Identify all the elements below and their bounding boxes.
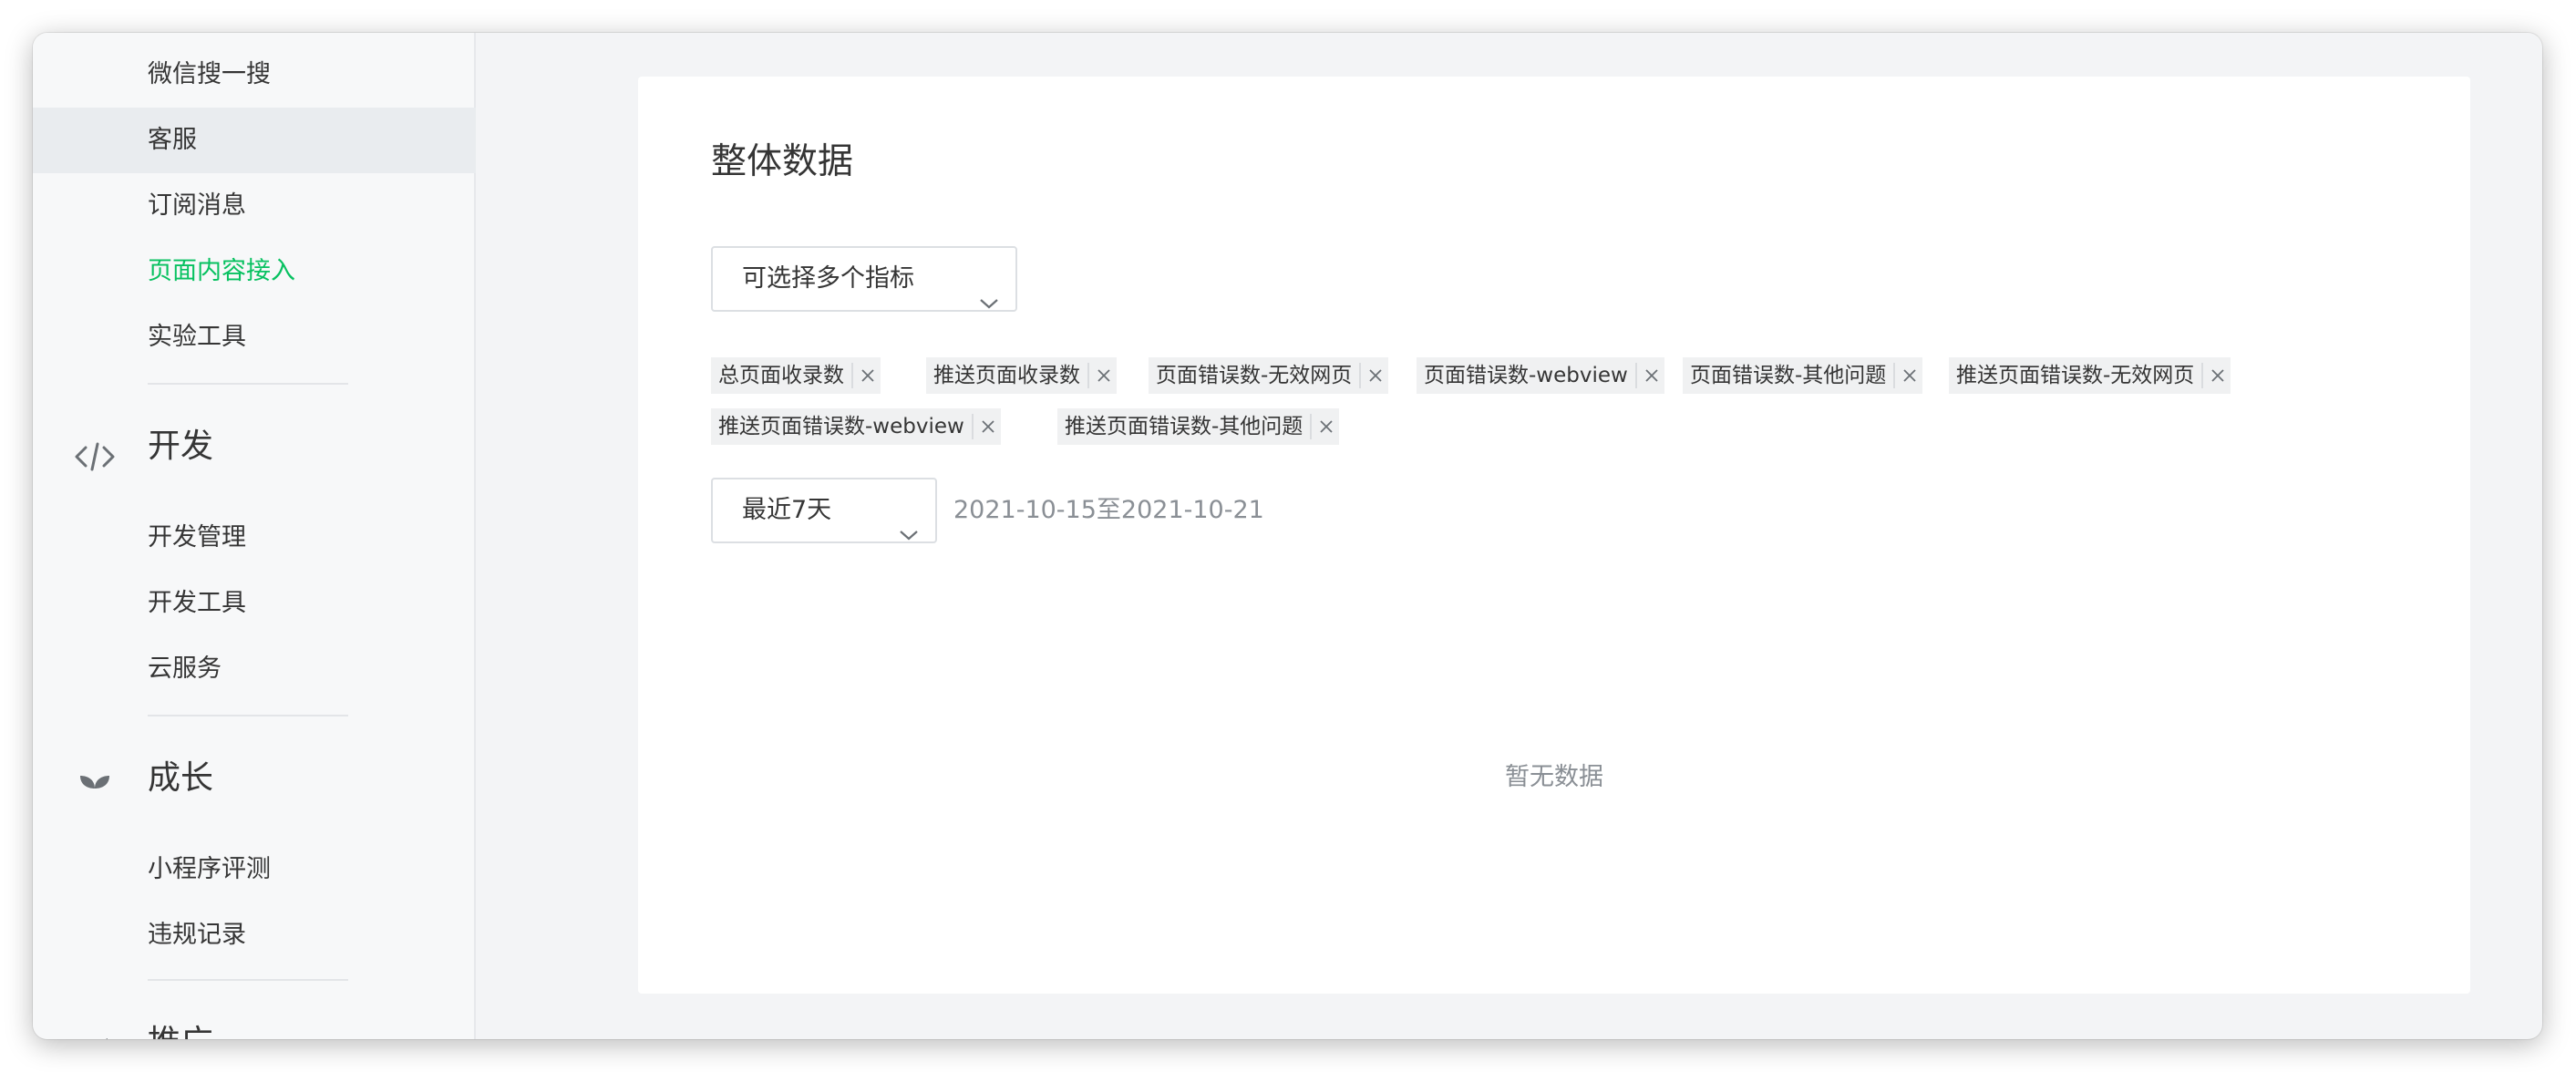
sidebar-item-label: 开发工具 [148, 589, 246, 617]
sidebar-item-dev-management[interactable]: 开发管理 [33, 505, 476, 571]
metric-tag: 推送页面错误数-webview [711, 408, 1001, 445]
sidebar-item-label: 页面内容接入 [148, 257, 295, 285]
chevron-down-icon [899, 503, 919, 541]
code-icon [75, 428, 115, 471]
close-icon[interactable] [1361, 357, 1388, 394]
sidebar-divider [148, 715, 348, 716]
metric-tag-label: 总页面收录数 [718, 364, 844, 387]
sidebar-item-label: 开发管理 [148, 523, 246, 551]
close-icon[interactable] [853, 357, 881, 394]
sidebar-item-experiment-tools[interactable]: 实验工具 [33, 304, 476, 370]
metric-tag-label: 页面错误数-其他问题 [1690, 364, 1887, 387]
sidebar-section-promo[interactable]: 推广 [33, 1006, 476, 1039]
metric-select-placeholder: 可选择多个指标 [742, 264, 914, 293]
sprout-icon [75, 760, 115, 803]
sidebar-section-growth[interactable]: 成长 [33, 742, 476, 815]
sidebar-divider [148, 383, 348, 385]
date-range-select[interactable]: 最近7天 [711, 478, 937, 543]
close-icon[interactable] [1089, 357, 1117, 394]
sidebar-divider [148, 979, 348, 981]
close-icon[interactable] [2203, 357, 2231, 394]
sidebar-item-label: 云服务 [148, 655, 222, 683]
close-icon[interactable] [1895, 357, 1922, 394]
sidebar-item-label: 实验工具 [148, 323, 246, 351]
close-icon[interactable] [974, 408, 1001, 445]
metric-tag-label: 推送页面错误数-webview [718, 415, 964, 438]
metric-tag: 页面错误数-其他问题 [1683, 357, 1923, 394]
metric-tag-label: 推送页面错误数-无效网页 [1956, 364, 2195, 387]
app-window: 微信搜一搜 客服 订阅消息 页面内容接入 实验工具 开发 开发管理 开发工具 云… [33, 33, 2542, 1039]
sidebar-item-label: 小程序评测 [148, 855, 271, 883]
sidebar-section-title: 成长 [148, 759, 214, 797]
sidebar-section-dev[interactable]: 开发 [33, 410, 476, 483]
sidebar-item-mini-program-review[interactable]: 小程序评测 [33, 837, 476, 902]
sidebar-item-subscribe-message[interactable]: 订阅消息 [33, 173, 476, 239]
sidebar-item-label: 微信搜一搜 [148, 60, 271, 88]
sidebar-item-wechat-search[interactable]: 微信搜一搜 [33, 42, 476, 108]
chevron-down-icon [979, 272, 999, 309]
sidebar-item-customer-service[interactable]: 客服 [33, 108, 476, 173]
sidebar-section-title: 开发 [148, 428, 214, 465]
empty-state-text: 暂无数据 [1505, 763, 1603, 791]
sidebar-item-violation-record[interactable]: 违规记录 [33, 902, 476, 968]
sidebar-item-dev-tools[interactable]: 开发工具 [33, 571, 476, 636]
metric-tag: 推送页面错误数-其他问题 [1057, 408, 1340, 445]
date-range-text: 2021-10-15至2021-10-21 [953, 496, 1264, 524]
page-title: 整体数据 [711, 141, 854, 182]
metric-select[interactable]: 可选择多个指标 [711, 246, 1017, 312]
close-icon[interactable] [1312, 408, 1339, 445]
sidebar-section-title: 推广 [148, 1024, 213, 1039]
sidebar-item-label: 违规记录 [148, 921, 246, 949]
metric-tag: 总页面收录数 [711, 357, 881, 394]
metric-tag-label: 推送页面错误数-其他问题 [1065, 415, 1303, 438]
date-range-select-value: 最近7天 [742, 496, 832, 524]
sidebar-item-cloud-service[interactable]: 云服务 [33, 636, 476, 702]
metric-tag: 推送页面收录数 [926, 357, 1117, 394]
sidebar-item-label: 客服 [148, 126, 197, 154]
metric-tag: 页面错误数-webview [1417, 357, 1664, 394]
close-icon[interactable] [1637, 357, 1664, 394]
sidebar: 微信搜一搜 客服 订阅消息 页面内容接入 实验工具 开发 开发管理 开发工具 云… [33, 33, 476, 1039]
overall-data-card: 整体数据 可选择多个指标 总页面收录数 推送页面收录数 页面错误数-无效网页 页… [638, 77, 2470, 994]
metric-tag: 页面错误数-无效网页 [1149, 357, 1389, 394]
sidebar-item-page-content-access[interactable]: 页面内容接入 [33, 239, 476, 304]
sidebar-item-label: 订阅消息 [148, 191, 246, 220]
megaphone-icon [75, 1025, 115, 1039]
metric-tag-label: 页面错误数-无效网页 [1156, 364, 1353, 387]
metric-tag-label: 页面错误数-webview [1424, 364, 1628, 387]
metric-tag: 推送页面错误数-无效网页 [1949, 357, 2231, 394]
metric-tag-label: 推送页面收录数 [933, 364, 1080, 387]
